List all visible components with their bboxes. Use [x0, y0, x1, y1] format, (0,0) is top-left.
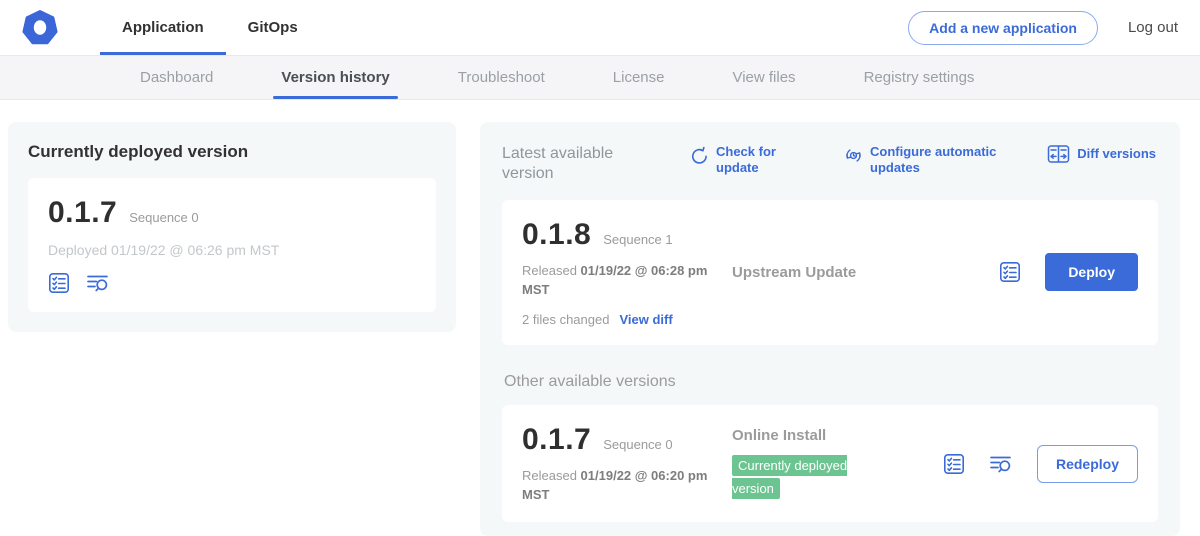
view-logs-icon[interactable]	[989, 453, 1013, 475]
subnav-tab-view-files[interactable]: View files	[698, 56, 829, 99]
latest-available-title: Latest available version	[502, 144, 652, 184]
deployed-badge-wrap: Currently deployed version	[732, 454, 874, 501]
subnav-tab-version-history-label: Version history	[281, 69, 389, 86]
subnav-tab-dashboard-label: Dashboard	[140, 69, 213, 86]
subnav-tab-view-files-label: View files	[732, 69, 795, 86]
app-subnav: Dashboard Version history Troubleshoot L…	[0, 56, 1200, 100]
currently-deployed-panel: Currently deployed version 0.1.7 Sequenc…	[8, 122, 456, 332]
preflight-checks-icon[interactable]	[943, 453, 965, 475]
main-content: Currently deployed version 0.1.7 Sequenc…	[0, 100, 1200, 536]
released-label: Released	[522, 263, 581, 278]
top-navbar: Application GitOps Add a new application…	[0, 0, 1200, 56]
current-version-sequence: Sequence 0	[129, 210, 198, 225]
released-label: Released	[522, 468, 581, 483]
preflight-checks-icon[interactable]	[999, 261, 1021, 283]
check-for-update-label: Check for update	[716, 144, 782, 177]
other-version-source-col: Online Install Currently deployed versio…	[732, 427, 900, 501]
tab-gitops-label: GitOps	[248, 19, 298, 36]
currently-deployed-badge: Currently deployed version	[732, 455, 847, 499]
files-changed-label: 2 files changed	[522, 312, 609, 327]
tab-application[interactable]: Application	[100, 0, 226, 55]
other-version-number: 0.1.7	[522, 423, 591, 457]
current-version-number: 0.1.7	[48, 196, 117, 230]
configure-automatic-updates-label: Configure automatic updates	[870, 144, 998, 177]
current-version-deployed-date: Deployed 01/19/22 @ 06:26 pm MST	[48, 242, 416, 258]
latest-available-header: Latest available version Check for updat…	[502, 140, 1158, 184]
other-version-row: 0.1.7 Sequence 0	[522, 423, 718, 457]
add-application-button[interactable]: Add a new application	[908, 11, 1098, 45]
view-diff-link[interactable]: View diff	[619, 312, 672, 327]
view-logs-icon[interactable]	[86, 272, 110, 294]
subnav-tab-registry-settings[interactable]: Registry settings	[830, 56, 1009, 99]
latest-available-panel: Latest available version Check for updat…	[480, 122, 1180, 536]
latest-version-number: 0.1.8	[522, 218, 591, 252]
latest-version-row: 0.1.8 Sequence 1	[522, 218, 718, 252]
current-version-actions	[48, 272, 416, 294]
latest-version-sequence: Sequence 1	[603, 232, 672, 247]
current-version-card: 0.1.7 Sequence 0 Deployed 01/19/22 @ 06:…	[28, 178, 436, 312]
subnav-tab-troubleshoot-label: Troubleshoot	[458, 69, 545, 86]
subnav-tab-troubleshoot[interactable]: Troubleshoot	[424, 56, 579, 99]
latest-version-info: 0.1.8 Sequence 1 Released 01/19/22 @ 06:…	[522, 218, 718, 327]
latest-version-source-col: Upstream Update	[732, 264, 900, 281]
latest-version-actions: Deploy	[999, 253, 1138, 291]
logout-link[interactable]: Log out	[1128, 19, 1178, 36]
other-version-sequence: Sequence 0	[603, 437, 672, 452]
latest-version-files-row: 2 files changed View diff	[522, 312, 718, 327]
other-version-card: 0.1.7 Sequence 0 Released 01/19/22 @ 06:…	[502, 405, 1158, 523]
app-logo-icon[interactable]	[22, 10, 58, 46]
other-version-source: Online Install	[732, 427, 900, 444]
topnav-tabs: Application GitOps	[100, 0, 320, 55]
preflight-checks-icon[interactable]	[48, 272, 70, 294]
diff-versions-action[interactable]: Diff versions	[1047, 144, 1156, 164]
subnav-tab-version-history[interactable]: Version history	[247, 56, 423, 99]
latest-version-released: Released 01/19/22 @ 06:28 pm MST	[522, 262, 727, 300]
other-version-info: 0.1.7 Sequence 0 Released 01/19/22 @ 06:…	[522, 423, 718, 505]
other-version-actions: Redeploy	[943, 445, 1138, 483]
current-version-row: 0.1.7 Sequence 0	[48, 196, 416, 230]
tab-application-label: Application	[122, 19, 204, 36]
topnav-right: Add a new application Log out	[908, 11, 1178, 45]
schedule-update-icon	[844, 146, 863, 165]
subnav-tab-license-label: License	[613, 69, 665, 86]
subnav-tab-license[interactable]: License	[579, 56, 699, 99]
other-available-versions-title: Other available versions	[504, 373, 1158, 391]
check-for-update-action[interactable]: Check for update	[690, 144, 782, 177]
subnav-tab-dashboard[interactable]: Dashboard	[106, 56, 247, 99]
subnav-tab-registry-settings-label: Registry settings	[864, 69, 975, 86]
latest-version-card: 0.1.8 Sequence 1 Released 01/19/22 @ 06:…	[502, 200, 1158, 345]
tab-gitops[interactable]: GitOps	[226, 0, 320, 55]
refresh-icon	[690, 146, 709, 165]
redeploy-button[interactable]: Redeploy	[1037, 445, 1138, 483]
currently-deployed-title: Currently deployed version	[28, 142, 436, 162]
configure-automatic-updates-action[interactable]: Configure automatic updates	[844, 144, 998, 177]
diff-versions-label: Diff versions	[1077, 146, 1156, 162]
deploy-button[interactable]: Deploy	[1045, 253, 1138, 291]
latest-version-source: Upstream Update	[732, 264, 900, 281]
other-version-released: Released 01/19/22 @ 06:20 pm MST	[522, 467, 727, 505]
diff-versions-icon	[1047, 144, 1070, 164]
